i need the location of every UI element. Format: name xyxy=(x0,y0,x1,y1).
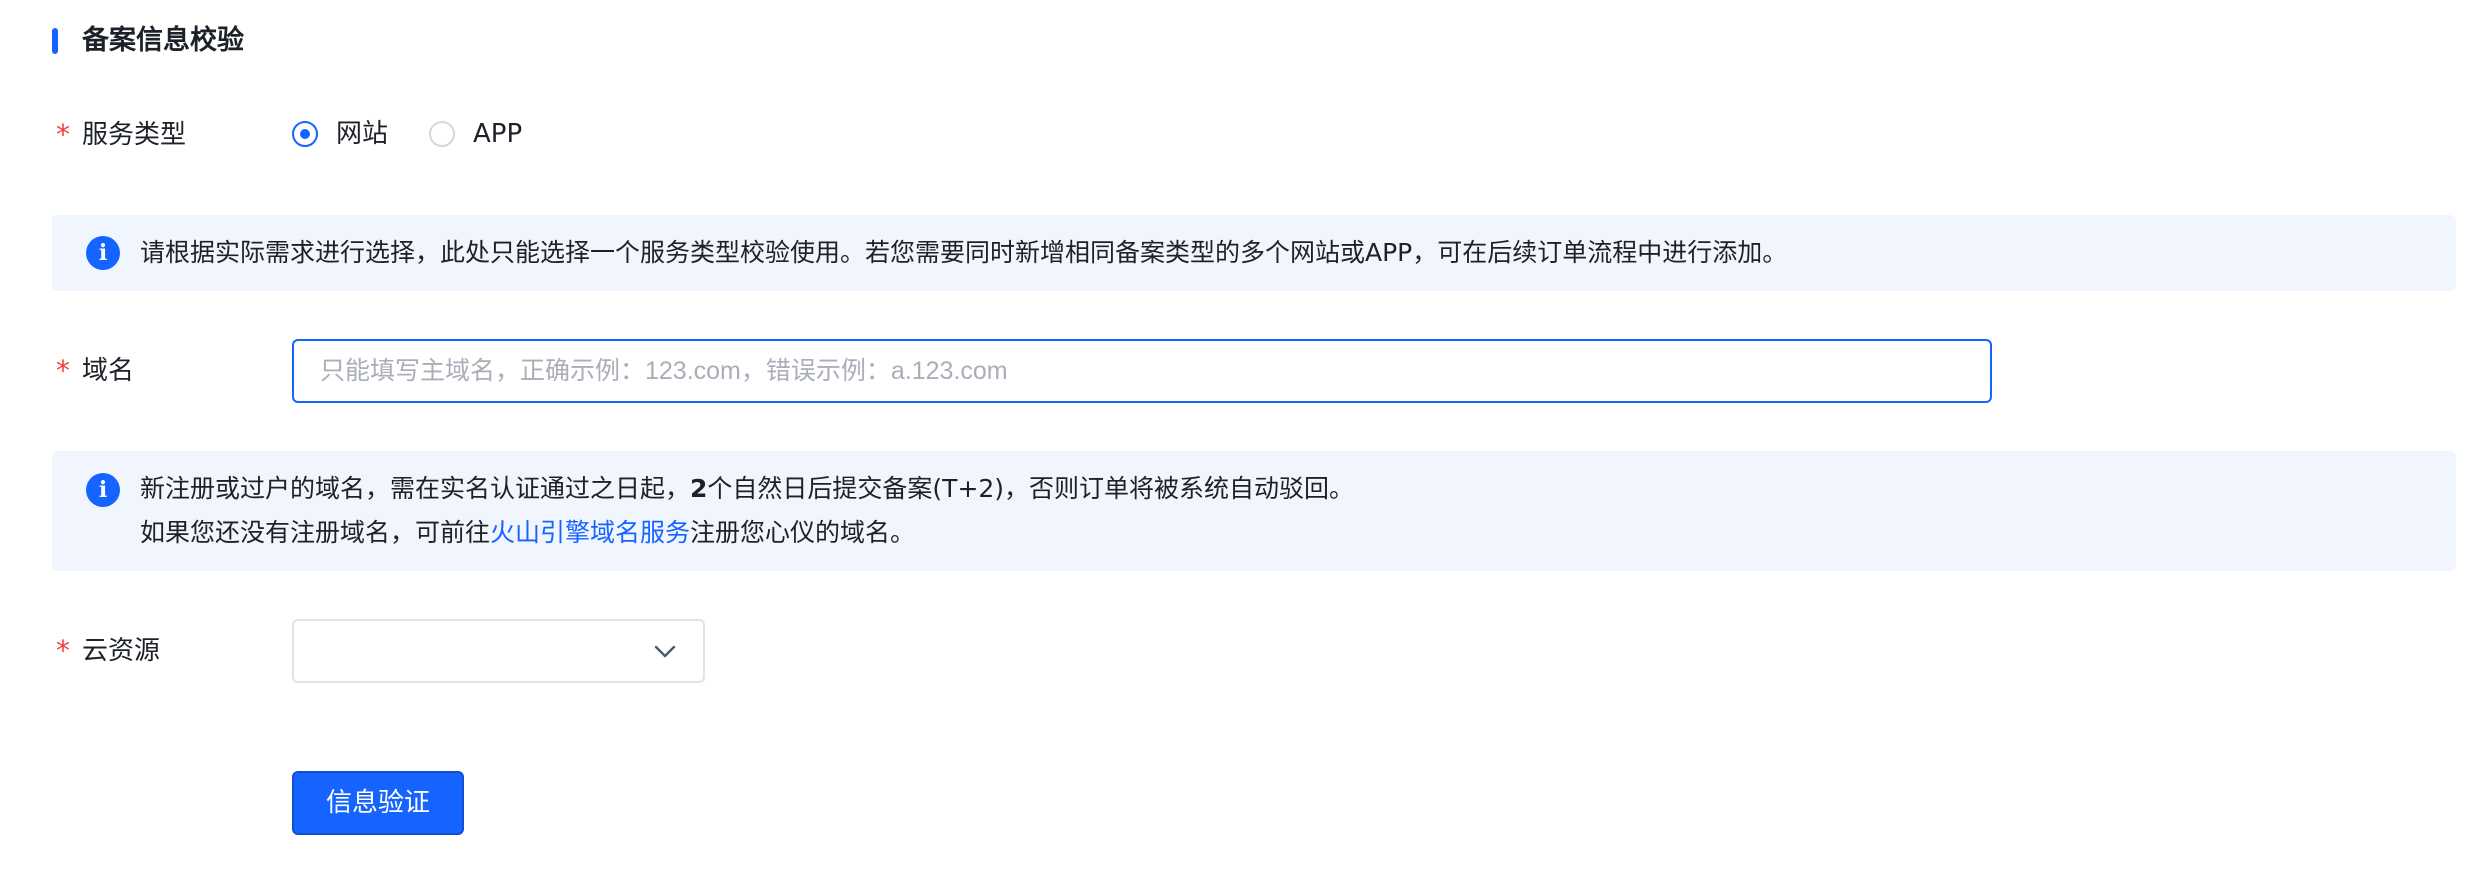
verify-info-button[interactable]: 信息验证 xyxy=(292,771,464,835)
service-type-label: 服务类型 xyxy=(82,120,187,150)
service-type-info-text: 请根据实际需求进行选择，此处只能选择一个服务类型校验使用。若您需要同时新增相同备… xyxy=(140,238,1788,267)
service-type-info-alert: i 请根据实际需求进行选择，此处只能选择一个服务类型校验使用。若您需要同时新增相… xyxy=(52,215,2456,291)
domain-info-alert: i 新注册或过户的域名，需在实名认证通过之日起，2个自然日后提交备案(T+2)，… xyxy=(52,451,2456,571)
domain-info-line-1-rest: 个自然日后提交备案(T+2)，否则订单将被系统自动驳回。 xyxy=(707,474,1355,503)
info-icon: i xyxy=(86,236,120,270)
cloud-resource-label: 云资源 xyxy=(82,636,161,666)
info-icon: i xyxy=(86,473,120,507)
domain-info-line-2-rest: 注册您心仪的域名。 xyxy=(690,518,916,547)
radio-app-label[interactable]: APP xyxy=(473,116,522,152)
radio-app[interactable] xyxy=(429,121,455,147)
domain-info-line-1-text: 新注册或过户的域名，需在实名认证通过之日起， xyxy=(140,474,691,503)
radio-website[interactable] xyxy=(292,121,318,147)
required-mark: * xyxy=(56,118,70,151)
chevron-down-icon xyxy=(654,645,676,658)
required-mark: * xyxy=(56,634,70,667)
required-mark: * xyxy=(56,354,70,387)
domain-label: 域名 xyxy=(82,356,135,386)
radio-website-label[interactable]: 网站 xyxy=(336,116,388,152)
domain-info-line-2: 如果您还没有注册域名，可前往火山引擎域名服务注册您心仪的域名。 xyxy=(140,513,915,553)
domain-input[interactable] xyxy=(292,339,1992,403)
section-accent-bar xyxy=(52,28,58,54)
cloud-resource-select[interactable] xyxy=(292,619,705,683)
section-title: 备案信息校验 xyxy=(82,25,244,56)
domain-service-link[interactable]: 火山引擎域名服务 xyxy=(490,518,690,547)
domain-info-days: 2 xyxy=(690,474,708,503)
domain-info-line-2-text: 如果您还没有注册域名，可前往 xyxy=(140,518,491,547)
domain-info-line-1: 新注册或过户的域名，需在实名认证通过之日起，2个自然日后提交备案(T+2)，否则… xyxy=(140,469,1354,509)
